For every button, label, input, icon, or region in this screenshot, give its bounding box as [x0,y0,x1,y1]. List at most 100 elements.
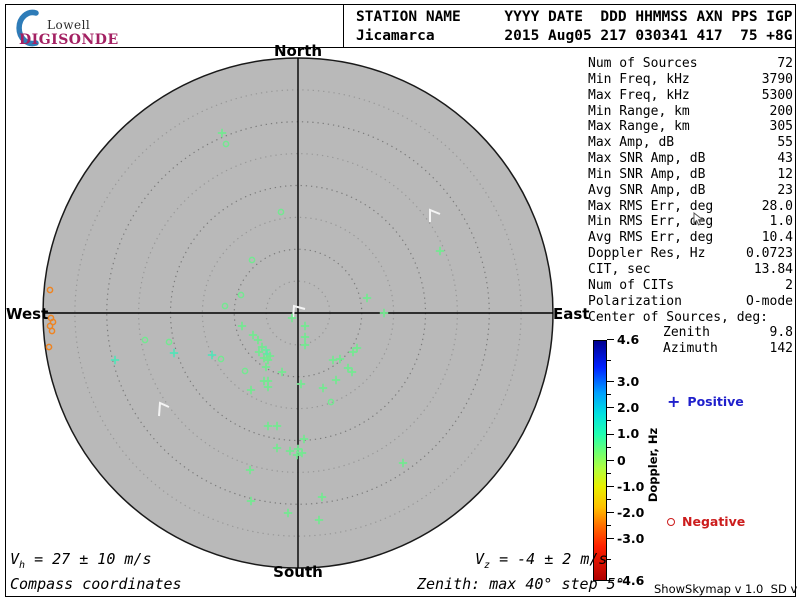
stats-row: Max Amp, dB 55 [588,135,793,151]
stats-row: Polarization O-mode [588,294,793,310]
version-label: ShowSkymap v 1.0 SD v 4.2 [654,582,798,596]
showskymap-window: { "logo": { "line1": "Lowell", "line2": … [0,0,800,600]
stats-label: Num of Sources [588,56,698,71]
lowell-digisonde-logo: Lowell DIGISONDE [10,7,130,48]
colorbar-tick-label: -3.0 [617,531,645,547]
station-header-values: Jicamarca 2015 Aug05 217 030341 417 75 +… [356,28,793,44]
colorbar-tick-label: 1.0 [617,426,640,442]
colorbar-minor-tick [607,472,611,474]
stats-row: CIT, sec 13.84 [588,262,793,278]
positive-marker-icon: + [667,391,681,411]
colorbar-tick-label: -1.0 [617,478,645,494]
stats-row: Avg RMS Err, deg 10.4 [588,230,793,246]
stats-row: Doppler Res, Hz 0.0723 [588,246,793,262]
compass-label-north: North [273,42,323,60]
horizontal-velocity-readout: Vh = 27 ± 10 m/s [10,550,152,571]
colorbar-tick [607,339,614,341]
colorbar-tick [607,407,614,409]
colorbar-minor-tick [607,446,611,448]
stats-value: 10.4 [761,230,793,246]
negative-marker-icon [667,517,675,526]
header-divider-line [343,4,344,48]
stats-value: 13.84 [753,261,793,277]
header-separator-line [5,47,796,48]
compass-label-east: East [553,305,590,323]
logo-lowell-text: Lowell [47,18,91,32]
doppler-colorbar: 4.6 3.0 2.0 1.0 0 -1.0 -2.0 -3.0 -4.6 [593,332,644,588]
stats-label: Max Freq, kHz [588,87,690,103]
colorbar-minor-tick [607,394,611,396]
stats-row: Max Freq, kHz 5300 [588,88,793,104]
logo-digisonde-text: DIGISONDE [19,32,119,48]
vertical-velocity-readout: Vz = -4 ± 2 m/s [475,550,608,571]
stats-label: Min Range, km [588,103,690,119]
colorbar-tick-label: 2.0 [617,400,640,416]
compass-label-west: West [6,305,49,323]
stats-value: 28.0 [761,198,793,214]
stats-row: Min RMS Err, deg 1.0 [588,214,793,230]
station-header: STATION NAME YYYY DATE DDD HHMMSS AXN PP… [356,8,793,46]
colorbar-tick-label: -2.0 [617,504,645,520]
stats-value: 9.8 [769,325,793,341]
coordinates-mode-label: Compass coordinates [10,575,182,593]
stats-label: Max Amp, dB [588,135,675,151]
stats-value: O-mode [746,293,793,309]
stats-row: Max SNR Amp, dB 43 [588,151,793,167]
colorbar-tick-label: 3.0 [617,373,640,389]
stats-label: Doppler Res, Hz [588,246,706,262]
colorbar-minor-tick [607,360,611,362]
stats-row: Avg SNR Amp, dB 23 [588,183,793,199]
stats-label: Min Freq, kHz [588,71,690,87]
stats-row: Min Range, km 200 [588,104,793,120]
stats-value: 1.0 [769,214,793,230]
statistics-panel: Num of Sources 72 Min Freq, kHz 3790 Max Fre… [588,56,793,357]
mouse-cursor [693,212,704,226]
stats-label: CIT, sec [588,261,651,277]
stats-label: Min SNR Amp, dB [588,166,706,182]
stats-label: Max SNR Amp, dB [588,151,706,167]
stats-label: Avg SNR Amp, dB [588,182,706,198]
stats-row: Min SNR Amp, dB 12 [588,167,793,183]
colorbar-tick [607,512,614,514]
stats-label: Azimuth [663,341,718,357]
stats-row: Min Freq, kHz 3790 [588,72,793,88]
zenith-scale-note: Zenith: max 40° step 5° [417,575,625,593]
stats-label: Polarization [588,293,682,309]
legend-negative-label: Negative [682,514,746,529]
colorbar-tick [607,538,614,540]
stats-value: 55 [777,135,793,151]
stats-value: 200 [769,103,793,119]
stats-value: 23 [777,182,793,198]
stats-value: 72 [777,56,793,71]
stats-row: Num of Sources 72 [588,56,793,72]
colorbar-minor-tick [607,559,611,561]
legend-negative: Negative [667,514,745,529]
colorbar-minor-tick [607,525,611,527]
stats-value: 142 [769,341,793,357]
station-header-columns: STATION NAME YYYY DATE DDD HHMMSS AXN PP… [356,9,793,25]
colorbar-tick-label: 0 [617,452,626,468]
colorbar-minor-tick [607,498,611,500]
colorbar-tick [607,433,614,435]
stats-value: 0.0723 [746,246,793,262]
colorbar-tick-label: 4.6 [617,332,640,347]
stats-value: 2 [785,277,793,293]
stats-row: Max RMS Err, deg 28.0 [588,199,793,215]
stats-label: Num of CITs [588,277,675,293]
stats-row: Center of Sources, deg: [588,310,793,326]
stats-value: 3790 [761,71,793,87]
stats-value: 12 [777,166,793,182]
legend-positive: + Positive [667,391,744,411]
stats-label: Max Range, km [588,119,690,135]
stats-label: Center of Sources, deg: [588,309,769,325]
stats-value: 305 [769,119,793,135]
doppler-axis-label: Doppler, Hz [646,427,660,503]
colorbar-tick [607,485,614,487]
stats-value: 5300 [761,87,793,103]
compass-label-south: South [273,563,323,581]
stats-row: Num of CITs 2 [588,278,793,294]
colorbar-tick [607,459,614,461]
stats-row: Max Range, km 305 [588,119,793,135]
stats-label: Avg RMS Err, deg [588,230,714,246]
colorbar-minor-tick [607,420,611,422]
